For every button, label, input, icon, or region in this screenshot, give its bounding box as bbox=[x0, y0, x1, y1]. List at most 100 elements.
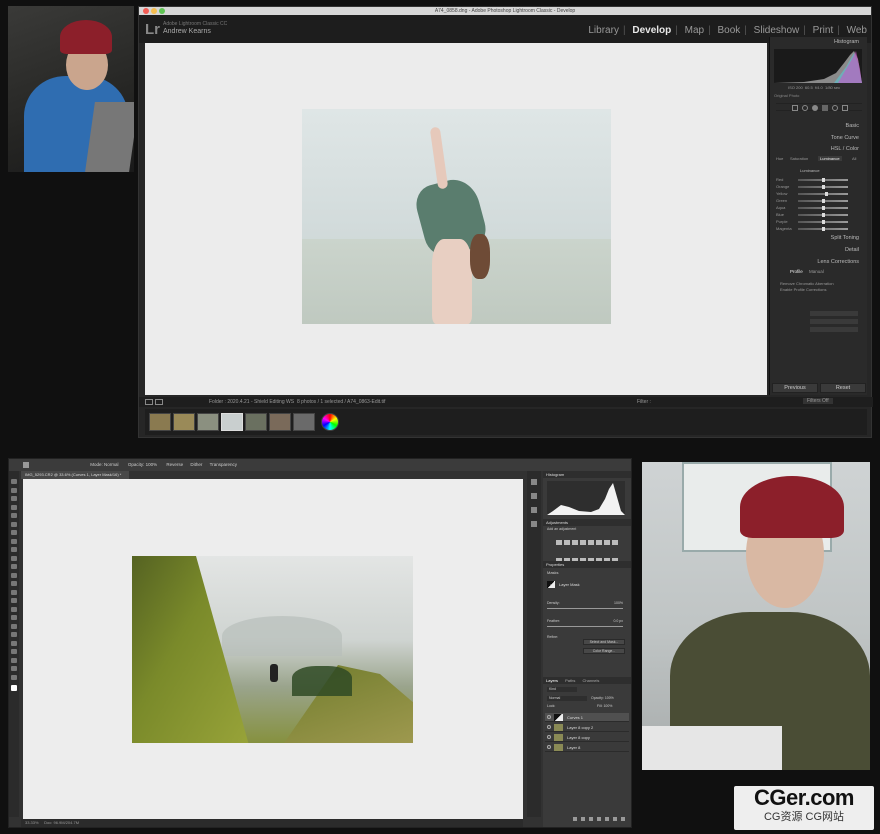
new-adjustment-icon[interactable] bbox=[597, 817, 601, 821]
filmstrip-thumb-selected[interactable] bbox=[221, 413, 243, 431]
ps-tool-icon[interactable] bbox=[11, 564, 17, 569]
lens-tab-profile[interactable]: Profile bbox=[790, 269, 803, 274]
red-eye-icon[interactable] bbox=[812, 105, 818, 111]
ps-tool-icon[interactable] bbox=[11, 530, 17, 535]
ps-tool-icon[interactable] bbox=[11, 487, 17, 493]
density-value[interactable]: 100% bbox=[614, 601, 623, 605]
layer-mask-row[interactable]: Layer Mask bbox=[547, 581, 629, 589]
hsl-tab-all[interactable]: All bbox=[852, 156, 856, 161]
new-group-icon[interactable] bbox=[605, 817, 609, 821]
ps-tool-icon[interactable] bbox=[11, 666, 17, 671]
slider-knob[interactable] bbox=[822, 199, 825, 203]
previous-button[interactable]: Previous bbox=[772, 383, 818, 393]
visibility-eye-icon[interactable] bbox=[547, 745, 551, 749]
ps-document-canvas[interactable] bbox=[23, 479, 523, 821]
ps-tool-icon[interactable] bbox=[11, 640, 17, 646]
filmstrip-thumb[interactable] bbox=[293, 413, 315, 431]
crop-tool-icon[interactable] bbox=[792, 105, 798, 111]
lens-option-profile[interactable]: Enable Profile Corrections bbox=[780, 287, 826, 292]
grid-view-icon[interactable] bbox=[145, 399, 153, 405]
luminance-slider-yellow[interactable]: Yellow bbox=[776, 191, 860, 197]
slider-knob[interactable] bbox=[822, 178, 825, 182]
slider-knob[interactable] bbox=[822, 185, 825, 189]
paths-tab[interactable]: Paths bbox=[565, 678, 575, 683]
module-slideshow[interactable]: Slideshow bbox=[754, 25, 800, 36]
hsl-tab-hue[interactable]: Hue bbox=[776, 156, 783, 161]
layer-row[interactable]: Curves 1 bbox=[545, 713, 629, 722]
ps-tool-icon[interactable] bbox=[11, 615, 17, 620]
adjustment-icon[interactable] bbox=[556, 540, 562, 545]
graduated-filter-icon[interactable] bbox=[822, 105, 828, 111]
visibility-eye-icon[interactable] bbox=[547, 735, 551, 739]
lens-model-field[interactable] bbox=[810, 319, 858, 324]
slider-knob[interactable] bbox=[824, 192, 828, 196]
trash-icon[interactable] bbox=[621, 817, 625, 821]
lens-profile-field[interactable] bbox=[810, 327, 858, 332]
ps-photo[interactable] bbox=[132, 556, 413, 743]
original-photo-checkbox[interactable]: Original Photo bbox=[774, 93, 799, 98]
ps-tool-icon[interactable] bbox=[11, 513, 17, 518]
luminance-slider-aqua[interactable]: Aqua bbox=[776, 205, 860, 211]
luminance-slider-purple[interactable]: Purple bbox=[776, 219, 860, 225]
adjustment-icon[interactable] bbox=[612, 540, 618, 545]
tone-curve-panel-header[interactable]: Tone Curve bbox=[770, 133, 867, 143]
hsl-tab-luminance[interactable]: Luminance bbox=[818, 156, 842, 161]
ps-tool-icon[interactable] bbox=[11, 504, 17, 510]
ps-tool-icon[interactable] bbox=[11, 589, 17, 595]
reset-button[interactable]: Reset bbox=[820, 383, 866, 393]
channels-tab[interactable]: Channels bbox=[583, 678, 600, 683]
swatches-icon[interactable] bbox=[531, 521, 537, 527]
zoom-readout[interactable]: 33.33% bbox=[25, 820, 39, 825]
split-toning-panel-header[interactable]: Split Toning bbox=[770, 233, 867, 243]
lens-make-field[interactable] bbox=[810, 311, 858, 316]
ps-tool-icon[interactable] bbox=[11, 623, 17, 629]
adjustment-icon[interactable] bbox=[604, 540, 610, 545]
layer-opacity-value[interactable]: 100% bbox=[605, 696, 614, 700]
foreground-color-swatch[interactable] bbox=[11, 685, 17, 691]
luminance-slider-magenta[interactable]: Magenta bbox=[776, 226, 860, 232]
link-layers-icon[interactable] bbox=[573, 817, 577, 821]
adjustment-icon[interactable] bbox=[588, 540, 594, 545]
history-icon[interactable] bbox=[531, 479, 537, 485]
lens-option-chromatic[interactable]: Remove Chromatic Aberration bbox=[780, 281, 834, 286]
ps-tool-icon[interactable] bbox=[11, 657, 17, 663]
loupe-view-icon[interactable] bbox=[155, 399, 163, 405]
layer-row[interactable]: Layer 8 copy bbox=[545, 733, 629, 742]
blend-mode-dropdown[interactable]: Normal bbox=[547, 696, 587, 701]
lens-corrections-panel-header[interactable]: Lens Corrections bbox=[770, 257, 867, 267]
add-mask-icon[interactable] bbox=[589, 817, 593, 821]
filters-off-dropdown[interactable]: Filters Off bbox=[803, 398, 833, 404]
filmstrip-thumb[interactable] bbox=[269, 413, 291, 431]
ps-tool-icon[interactable] bbox=[11, 521, 17, 527]
luminance-slider-red[interactable]: Red bbox=[776, 177, 860, 183]
ps-tool-icon[interactable] bbox=[11, 674, 17, 680]
reverse-checkbox[interactable]: Reverse bbox=[166, 462, 183, 467]
ps-histogram-header[interactable]: Histogram bbox=[543, 471, 631, 478]
visibility-eye-icon[interactable] bbox=[547, 725, 551, 729]
filmstrip-thumb[interactable] bbox=[149, 413, 171, 431]
transparency-checkbox[interactable]: Transparency bbox=[210, 462, 237, 467]
filmstrip-thumb[interactable] bbox=[173, 413, 195, 431]
ps-document-tab[interactable]: IMG_5293.CR2 @ 33.6% (Curves 1, Layer Ma… bbox=[21, 471, 129, 479]
adjustment-icon[interactable] bbox=[596, 540, 602, 545]
adjustment-icon[interactable] bbox=[564, 540, 570, 545]
luminance-slider-green[interactable]: Green bbox=[776, 198, 860, 204]
feather-slider[interactable] bbox=[547, 626, 623, 627]
module-develop[interactable]: Develop bbox=[632, 25, 671, 36]
slider-knob[interactable] bbox=[822, 213, 825, 217]
mode-dropdown[interactable]: Normal bbox=[104, 462, 119, 467]
ps-tool-icon[interactable] bbox=[11, 555, 17, 561]
lr-photo-preview[interactable] bbox=[302, 109, 611, 324]
layer-row[interactable]: Layer 8 copy 2 bbox=[545, 723, 629, 732]
brush-icon[interactable] bbox=[842, 105, 848, 111]
hsl-panel-header[interactable]: HSL / Color bbox=[770, 144, 867, 154]
module-book[interactable]: Book bbox=[717, 25, 740, 36]
layer-row[interactable]: Layer 8 bbox=[545, 743, 629, 752]
ps-tool-icon[interactable] bbox=[11, 538, 17, 544]
properties-icon[interactable] bbox=[531, 493, 537, 499]
feather-value[interactable]: 0.0 px bbox=[613, 619, 623, 623]
histogram-header[interactable]: Histogram bbox=[770, 37, 867, 47]
lens-tab-manual[interactable]: Manual bbox=[809, 269, 824, 274]
slider-track[interactable] bbox=[798, 193, 848, 195]
ps-tool-icon[interactable] bbox=[11, 547, 17, 552]
